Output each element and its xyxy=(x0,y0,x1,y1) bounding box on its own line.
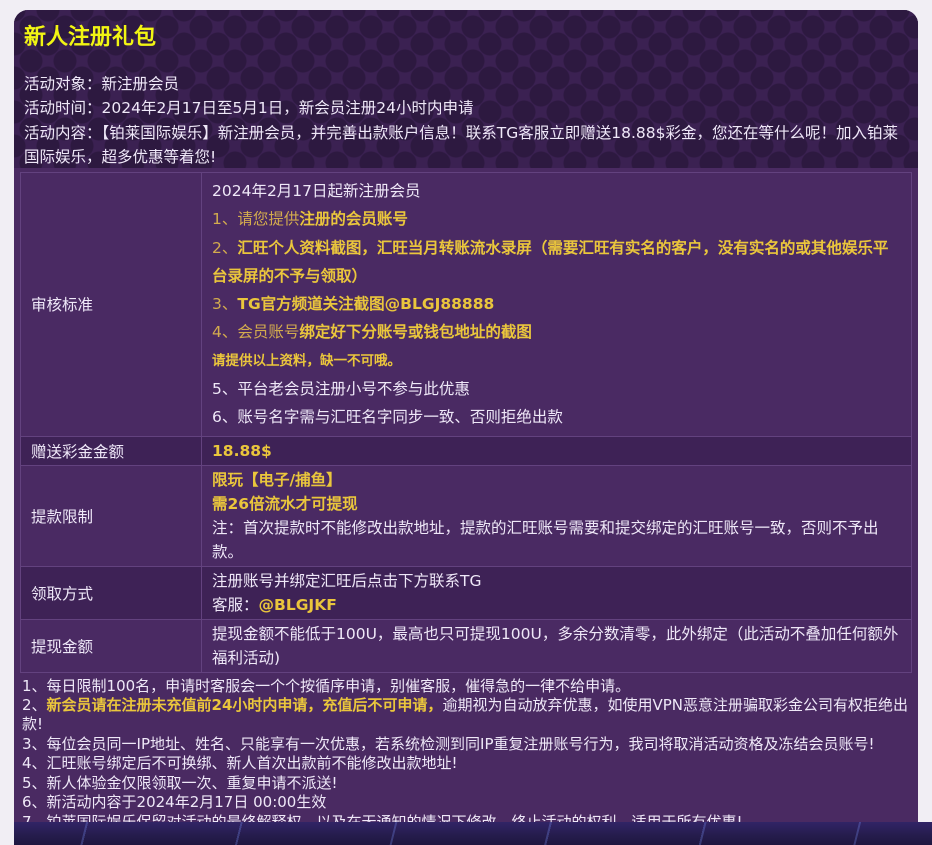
text-line: 6、新活动内容于2024年2月17日 00:00生效 xyxy=(22,793,910,812)
text-line: 1、请您提供注册的会员账号 xyxy=(212,205,901,233)
text-line: 5、平台老会员注册小号不参与此优惠 xyxy=(212,375,901,403)
text-segment: 5、平台老会员注册小号不参与此优惠 xyxy=(212,380,470,398)
text-line: 2、汇旺个人资料截图，汇旺当月转账流水录屏（需要汇旺有实名的客户，没有实名的或其… xyxy=(212,234,901,291)
row-content-audit-standard: 2024年2月17日起新注册会员1、请您提供注册的会员账号2、汇旺个人资料截图，… xyxy=(202,173,912,437)
row-content-bonus-amount: 18.88$ xyxy=(202,436,912,465)
text-segment: TG官方频道关注截图@BLGJ88888 xyxy=(237,295,494,313)
text-segment: 汇旺个人资料截图，汇旺当月转账流水录屏（需要汇旺有实名的客户，没有实名的或其他娱… xyxy=(212,239,888,285)
text-segment: 需26倍流水才可提现 xyxy=(212,495,358,513)
table-row-claim-method: 领取方式 注册账号并绑定汇旺后点击下方联系TG 客服：@BLGJKF xyxy=(21,566,912,619)
text-segment: 活动对象：新注册会员 xyxy=(24,75,179,93)
table-row-bonus-amount: 赠送彩金金额 18.88$ xyxy=(21,436,912,465)
row-content-claim-method: 注册账号并绑定汇旺后点击下方联系TG 客服：@BLGJKF xyxy=(202,566,912,619)
text-line: 活动时间：2024年2月17日至5月1日，新会员注册24小时内申请 xyxy=(24,96,908,120)
promo-header: 新人注册礼包 活动对象：新注册会员活动时间：2024年2月17日至5月1日，新会… xyxy=(14,10,918,168)
text-line: 注：首次提款时不能修改出款地址，提款的汇旺账号需要和提交绑定的汇旺账号一致，否则… xyxy=(212,516,901,564)
text-line: 3、TG官方频道关注截图@BLGJ88888 xyxy=(212,290,901,318)
footer-band xyxy=(14,822,932,845)
row-content-withdrawal-limit: 限玩【电子/捕鱼】需26倍流水才可提现注：首次提款时不能修改出款地址，提款的汇旺… xyxy=(202,465,912,566)
text-segment: 4、汇旺账号绑定后不可换绑、新人首次出款前不能修改出款地址! xyxy=(22,754,458,772)
text-segment: 注册账号并绑定汇旺后点击下方联系TG xyxy=(212,572,481,590)
page-title: 新人注册礼包 xyxy=(24,24,908,52)
table-row-audit-standard: 审核标准 2024年2月17日起新注册会员1、请您提供注册的会员账号2、汇旺个人… xyxy=(21,173,912,437)
row-label-withdraw-amount: 提现金额 xyxy=(21,619,202,672)
text-segment: 注：首次提款时不能修改出款地址，提款的汇旺账号需要和提交绑定的汇旺账号一致，否则… xyxy=(212,519,879,561)
text-line: 2、新会员请在注册未充值前24小时内申请，充值后不可申请，逾期视为自动放弃优惠，… xyxy=(22,696,910,735)
text-segment: 7、铂莱国际娱乐保留对活动的最终解释权，以及在无通知的情况下修改、终止活动的权利… xyxy=(22,813,743,822)
text-line: 4、会员账号绑定好下分账号或钱包地址的截图 xyxy=(212,318,901,346)
table-row-withdraw-amount: 提现金额 提现金额不能低于100U，最高也只可提现100U，多余分数清零，此外绑… xyxy=(21,619,912,672)
text-segment: 5、新人体验金仅限领取一次、重复申请不派送! xyxy=(22,774,338,792)
text-line: 需26倍流水才可提现 xyxy=(212,492,901,516)
text-line: 活动对象：新注册会员 xyxy=(24,72,908,96)
row-label-withdrawal-limit: 提款限制 xyxy=(21,465,202,566)
text-line: 5、新人体验金仅限领取一次、重复申请不派送! xyxy=(22,774,910,793)
row-label-audit-standard: 审核标准 xyxy=(21,173,202,437)
text-segment: 新会员请在注册未充值前24小时内申请，充值后不可申请， xyxy=(47,696,443,714)
row-content-withdraw-amount: 提现金额不能低于100U，最高也只可提现100U，多余分数清零，此外绑定（此活动… xyxy=(202,619,912,672)
text-segment: 绑定好下分账号或钱包地址的截图 xyxy=(299,323,532,341)
text-segment: 6、账号名字需与汇旺名字同步一致、否则拒绝出款 xyxy=(212,408,563,426)
text-segment: 4、会员账号 xyxy=(212,323,299,341)
promo-container: 新人注册礼包 活动对象：新注册会员活动时间：2024年2月17日至5月1日，新会… xyxy=(14,10,918,822)
text-line: 7、铂莱国际娱乐保留对活动的最终解释权，以及在无通知的情况下修改、终止活动的权利… xyxy=(22,813,910,822)
rules-list: 1、每日限制100名，申请时客服会一个个按循序申请，别催客服，催得急的一律不给申… xyxy=(14,673,918,822)
text-segment: 2、 xyxy=(212,239,237,257)
text-segment: 提现金额不能低于100U，最高也只可提现100U，多余分数清零，此外绑定（此活动… xyxy=(212,625,898,667)
text-segment: @BLGJKF xyxy=(259,596,337,614)
text-segment: 3、每位会员同一IP地址、姓名、只能享有一次优惠，若系统检测到同IP重复注册账号… xyxy=(22,735,875,753)
text-line: 限玩【电子/捕鱼】 xyxy=(212,468,901,492)
text-line: 2024年2月17日起新注册会员 xyxy=(212,177,901,205)
text-segment: 请提供以上资料，缺一不可哦。 xyxy=(212,353,401,369)
table-row-withdrawal-limit: 提款限制 限玩【电子/捕鱼】需26倍流水才可提现注：首次提款时不能修改出款地址，… xyxy=(21,465,912,566)
text-line: 注册账号并绑定汇旺后点击下方联系TG xyxy=(212,569,901,593)
text-segment: 3、 xyxy=(212,295,237,313)
text-line: 6、账号名字需与汇旺名字同步一致、否则拒绝出款 xyxy=(212,403,901,431)
text-line: 请提供以上资料，缺一不可哦。 xyxy=(212,347,901,375)
promo-detail-table: 审核标准 2024年2月17日起新注册会员1、请您提供注册的会员账号2、汇旺个人… xyxy=(20,172,912,673)
activity-intro: 活动对象：新注册会员活动时间：2024年2月17日至5月1日，新会员注册24小时… xyxy=(24,72,908,169)
text-segment: 18.88$ xyxy=(212,442,272,460)
text-line: 18.88$ xyxy=(212,439,901,463)
text-line: 3、每位会员同一IP地址、姓名、只能享有一次优惠，若系统检测到同IP重复注册账号… xyxy=(22,735,910,754)
text-segment: 1、每日限制100名，申请时客服会一个个按循序申请，别催客服，催得急的一律不给申… xyxy=(22,677,630,695)
row-label-bonus-amount: 赠送彩金金额 xyxy=(21,436,202,465)
row-label-claim-method: 领取方式 xyxy=(21,566,202,619)
text-segment: 活动内容：【铂莱国际娱乐】新注册会员，并完善出款账户信息！联系TG客服立即赠送1… xyxy=(24,124,898,166)
text-line: 客服：@BLGJKF xyxy=(212,593,901,617)
text-segment: 注册的会员账号 xyxy=(299,210,408,228)
text-line: 活动内容：【铂莱国际娱乐】新注册会员，并完善出款账户信息！联系TG客服立即赠送1… xyxy=(24,121,908,170)
text-segment: 1、请您提供 xyxy=(212,210,299,228)
text-segment: 2、 xyxy=(22,696,47,714)
text-line: 提现金额不能低于100U，最高也只可提现100U，多余分数清零，此外绑定（此活动… xyxy=(212,622,901,670)
text-segment: 6、新活动内容于2024年2月17日 00:00生效 xyxy=(22,793,326,811)
text-line: 1、每日限制100名，申请时客服会一个个按循序申请，别催客服，催得急的一律不给申… xyxy=(22,677,910,696)
text-line: 4、汇旺账号绑定后不可换绑、新人首次出款前不能修改出款地址! xyxy=(22,754,910,773)
text-segment: 限玩【电子/捕鱼】 xyxy=(212,471,342,489)
text-segment: 2024年2月17日起新注册会员 xyxy=(212,182,421,200)
promo-page: 新人注册礼包 活动对象：新注册会员活动时间：2024年2月17日至5月1日，新会… xyxy=(0,0,932,845)
text-segment: 活动时间：2024年2月17日至5月1日，新会员注册24小时内申请 xyxy=(24,99,473,117)
text-segment: 客服： xyxy=(212,596,259,614)
